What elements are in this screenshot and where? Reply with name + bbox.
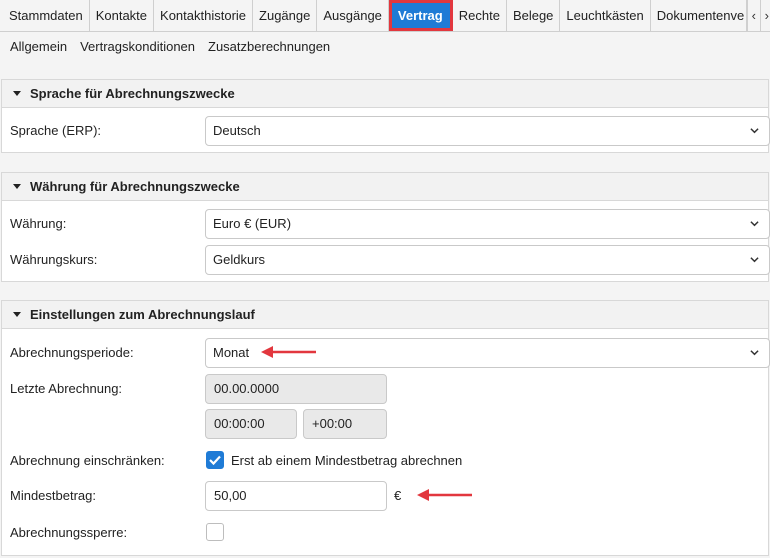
exchange-rate-select[interactable]: Geldkurs (205, 245, 770, 275)
tab-ausgaenge[interactable]: Ausgänge (317, 0, 389, 31)
annotation-arrow-icon (417, 489, 472, 501)
language-section-header[interactable]: Sprache für Abrechnungszwecke (2, 80, 768, 108)
tab-stammdaten[interactable]: Stammdaten (0, 0, 90, 31)
tab-scroll-right-button[interactable]: › (759, 0, 770, 31)
caret-down-icon (13, 312, 21, 317)
language-value: Deutsch (213, 123, 261, 138)
restrict-billing-label: Abrechnung einschränken: (10, 453, 165, 468)
tab-belege[interactable]: Belege (507, 0, 561, 31)
sub-navigation: Allgemein Vertragskonditionen Zusatzbere… (0, 32, 770, 60)
caret-down-icon (13, 91, 21, 96)
tab-scroll-left-button[interactable]: ‹ (746, 0, 760, 31)
billing-run-section: Einstellungen zum Abrechnungslauf Abrech… (1, 300, 770, 556)
billing-period-value: Monat (213, 345, 250, 360)
section-title: Sprache für Abrechnungszwecke (30, 86, 235, 101)
chevron-down-icon (750, 350, 759, 356)
annotation-arrow-icon (261, 346, 316, 358)
last-billing-time-field: 00:00:00 (205, 409, 297, 439)
exchange-rate-value: Geldkurs (213, 252, 266, 267)
chevron-down-icon (750, 221, 759, 227)
last-billing-label: Letzte Abrechnung: (10, 381, 123, 396)
restrict-billing-text: Erst ab einem Mindestbetrag abrechnen (231, 453, 463, 468)
currency-value: Euro € (EUR) (213, 216, 292, 231)
subnav-vertragskonditionen[interactable]: Vertragskonditionen (80, 39, 195, 54)
currency-section-header[interactable]: Währung für Abrechnungszwecke (2, 173, 768, 201)
minimum-amount-label: Mindestbetrag: (10, 488, 96, 503)
subnav-allgemein[interactable]: Allgemein (10, 39, 67, 54)
currency-section: Währung für Abrechnungszwecke Währung: E… (1, 172, 770, 282)
tab-vertrag[interactable]: Vertrag (388, 0, 453, 31)
language-section: Sprache für Abrechnungszwecke Sprache (E… (1, 79, 770, 153)
billing-period-label: Abrechnungsperiode: (10, 345, 134, 360)
tab-bar: Stammdaten Kontakte Kontakthistorie Zugä… (0, 0, 770, 32)
restrict-billing-checkbox[interactable] (206, 451, 224, 469)
tab-rechte[interactable]: Rechte (453, 0, 507, 31)
last-billing-timezone-value: +00:00 (312, 416, 353, 431)
chevron-left-icon: ‹ (751, 8, 756, 23)
caret-down-icon (13, 184, 21, 189)
currency-select[interactable]: Euro € (EUR) (205, 209, 770, 239)
currency-unit: € (394, 488, 402, 503)
tab-leuchtkaesten[interactable]: Leuchtkästen (560, 0, 651, 31)
last-billing-date-value: 00.00.0000 (214, 381, 280, 396)
billing-run-section-header[interactable]: Einstellungen zum Abrechnungslauf (2, 301, 768, 329)
exchange-rate-label: Währungskurs: (10, 252, 98, 267)
subnav-zusatzberechnungen[interactable]: Zusatzberechnungen (208, 39, 330, 54)
chevron-down-icon (750, 257, 759, 263)
chevron-down-icon (750, 128, 759, 134)
language-select[interactable]: Deutsch (205, 116, 770, 146)
tab-dokumentenverwaltung[interactable]: Dokumentenve (651, 0, 747, 31)
tab-kontakthistorie[interactable]: Kontakthistorie (154, 0, 254, 31)
last-billing-timezone-field: +00:00 (303, 409, 387, 439)
section-title: Einstellungen zum Abrechnungslauf (30, 307, 255, 322)
currency-label: Währung: (10, 216, 67, 231)
checkmark-icon (209, 455, 221, 466)
minimum-amount-value: 50,00 (214, 488, 247, 503)
language-label: Sprache (ERP): (10, 123, 102, 138)
tab-kontakte[interactable]: Kontakte (90, 0, 155, 31)
tab-zugaenge[interactable]: Zugänge (253, 0, 318, 31)
last-billing-time-value: 00:00:00 (214, 416, 265, 431)
minimum-amount-input[interactable]: 50,00 (205, 481, 387, 511)
billing-lock-checkbox[interactable] (206, 523, 224, 541)
last-billing-date-field: 00.00.0000 (205, 374, 387, 404)
billing-lock-label: Abrechnungssperre: (10, 525, 128, 540)
section-title: Währung für Abrechnungszwecke (30, 179, 240, 194)
chevron-right-icon: › (764, 8, 769, 23)
